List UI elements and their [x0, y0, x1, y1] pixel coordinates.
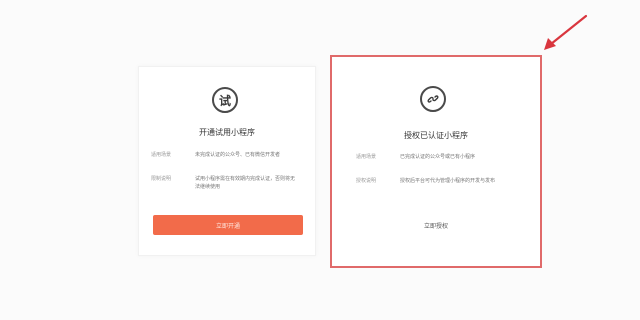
info-row: 适用场景 未完成认证的公众号、已有微信开发者: [151, 151, 295, 159]
info-row: 适用场景 已完成认证的公众号或已有小程序: [356, 153, 500, 161]
annotation-arrow-icon: [544, 14, 588, 50]
trial-miniprogram-card: 试 开通试用小程序 适用场景 未完成认证的公众号、已有微信开发者 限制说明 试用…: [138, 66, 316, 256]
info-label: 授权说明: [356, 178, 377, 184]
authorize-miniprogram-card: 授权已认证小程序 适用场景 已完成认证的公众号或已有小程序 授权说明 授权后平台…: [330, 55, 542, 268]
info-label: 适用场景: [356, 154, 377, 160]
info-value: 授权后平台可代为管理小程序的开发与发布: [400, 178, 496, 184]
info-value: 已完成认证的公众号或已有小程序: [400, 154, 476, 160]
info-label: 限制说明: [151, 176, 172, 182]
page: 试 开通试用小程序 适用场景 未完成认证的公众号、已有微信开发者 限制说明 试用…: [0, 0, 640, 320]
info-row: 授权说明 授权后平台可代为管理小程序的开发与发布: [356, 177, 500, 185]
open-trial-button[interactable]: 立即开通: [153, 215, 303, 235]
info-row: 限制说明 试用小程序需在有效期内完成认证，否则将无法继续使用: [151, 175, 295, 191]
link-glyph-icon: [427, 95, 439, 103]
card-title: 授权已认证小程序: [404, 131, 468, 140]
trial-icon: 试: [212, 87, 238, 113]
info-value: 未完成认证的公众号、已有微信开发者: [195, 152, 281, 158]
card-title: 开通试用小程序: [199, 128, 255, 137]
info-label: 适用场景: [151, 152, 172, 158]
info-value: 试用小程序需在有效期内完成认证，否则将无法继续使用: [195, 176, 296, 190]
authorize-link[interactable]: 立即授权: [332, 221, 540, 230]
link-icon: [420, 86, 446, 112]
